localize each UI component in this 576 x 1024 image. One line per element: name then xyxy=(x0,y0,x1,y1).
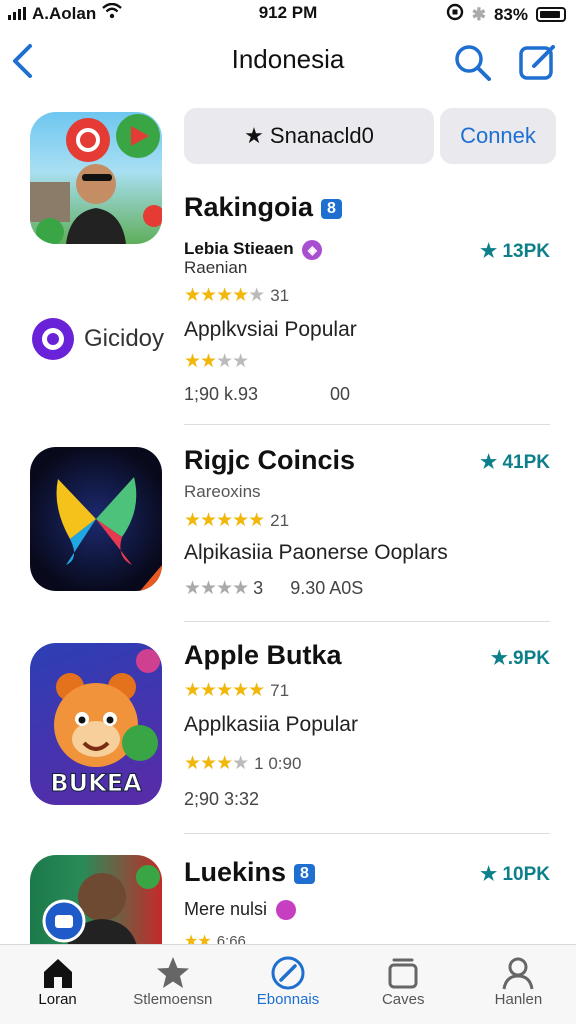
star-rating: ★★★★★ 21 xyxy=(184,510,290,531)
app-meta: 2;90 3:32 xyxy=(184,789,260,809)
connect-button[interactable]: Connek xyxy=(440,108,556,164)
verified-icon: ◈ xyxy=(302,240,323,260)
developer-name: Lebia Stieaen ◈ xyxy=(184,239,323,260)
bluetooth-icon: ✱ xyxy=(471,4,486,24)
orientation-lock-icon xyxy=(446,3,464,26)
developer-name: Mere nulsi xyxy=(184,899,297,921)
app-category: Applkasiia Popular xyxy=(184,713,358,736)
app-icon[interactable] xyxy=(30,112,162,244)
navigation-bar: Indonesia xyxy=(0,30,576,90)
connect-button-label: Connek xyxy=(460,123,536,148)
rating-count: 21 xyxy=(270,511,290,530)
app-category: Applkvsiai Popular xyxy=(184,318,357,341)
secondary-logo: Gicidoy xyxy=(30,316,164,362)
app-subtitle: Rareoxins xyxy=(184,482,261,501)
app-icon-text: BUKEA xyxy=(50,769,142,797)
rank-label: ★ 41PK xyxy=(480,452,550,473)
flame-icon xyxy=(276,900,297,921)
search-chip[interactable]: ★ Snanacld0 xyxy=(184,108,434,164)
app-name[interactable]: Luekins 8 xyxy=(184,857,315,888)
chat-bubble-icon xyxy=(32,318,74,360)
search-chip-label: ★ Snanacld0 xyxy=(244,123,374,148)
app-icon[interactable] xyxy=(30,447,162,591)
rank-label: ★.9PK xyxy=(490,648,550,669)
app-name[interactable]: Rakingoia 8 xyxy=(184,192,342,223)
star-icon xyxy=(156,957,189,988)
compose-icon[interactable] xyxy=(518,42,558,87)
compose-icon xyxy=(271,956,305,990)
app-name[interactable]: Apple Butka xyxy=(184,640,342,671)
rating-count: 31 xyxy=(270,286,290,305)
tab-profile[interactable]: Hanlen xyxy=(461,945,576,1024)
app-icon[interactable]: BUKEA xyxy=(30,643,162,805)
divider xyxy=(184,833,550,834)
battery-label: 83% xyxy=(493,4,528,24)
star-rating: ★★★★★ 71 xyxy=(184,680,290,701)
app-badge: 8 xyxy=(321,198,342,219)
category-star-rating: ★★★★ xyxy=(184,351,249,372)
category-star-rating: ★★★★ 1 0:90 xyxy=(184,753,302,774)
stack-icon xyxy=(388,958,418,989)
status-bar: A.Aolan 912 PM ✱ 83% xyxy=(0,0,576,26)
app-subtitle: Raenian xyxy=(184,258,248,277)
app-meta: ★★★★ 3 9.30 A0S xyxy=(184,578,364,599)
star-rating: ★★★★★ 31 xyxy=(184,285,290,306)
rating-count: 71 xyxy=(270,681,290,700)
app-icon[interactable] xyxy=(30,855,162,950)
rank-label: ★ 10PK xyxy=(480,864,550,885)
person-icon xyxy=(502,957,534,990)
divider xyxy=(184,621,550,622)
app-name[interactable]: Rigjc Coincis xyxy=(184,445,355,476)
tab-caves[interactable]: Caves xyxy=(346,945,461,1024)
app-meta: 1;90 k.93 00 xyxy=(184,384,351,404)
battery-icon xyxy=(536,7,566,22)
tab-stars[interactable]: Stlemoensn xyxy=(115,945,230,1024)
divider xyxy=(184,424,550,425)
tab-editor[interactable]: Ebonnais xyxy=(230,945,345,1024)
home-icon xyxy=(43,959,72,988)
search-icon[interactable] xyxy=(452,42,492,87)
tab-bar: Loran Stlemoensn Ebonnais Caves Hanlen xyxy=(0,944,576,1024)
tab-home[interactable]: Loran xyxy=(0,945,115,1024)
app-category: Alpikasiia Paonerse Ooplars xyxy=(184,541,448,564)
app-badge: 8 xyxy=(294,863,315,884)
rank-label: ★ 13PK xyxy=(480,241,550,262)
